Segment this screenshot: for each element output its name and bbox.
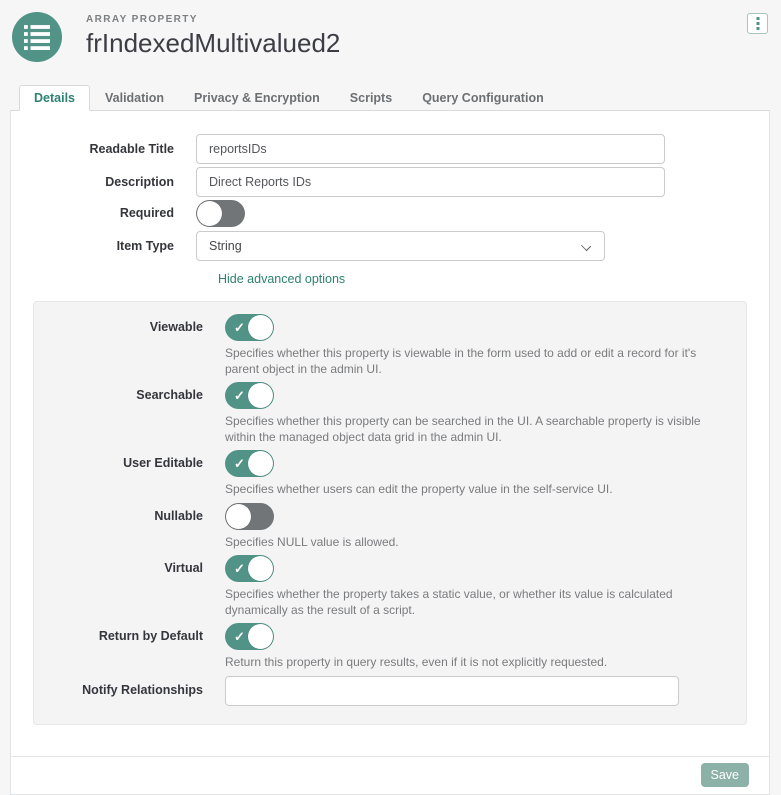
property-type-label: ARRAY PROPERTY — [86, 14, 768, 25]
check-icon: ✓ — [234, 629, 245, 644]
searchable-label: Searchable — [34, 382, 225, 409]
card-footer: Save — [11, 756, 769, 794]
header: ARRAY PROPERTY frIndexedMultivalued2 — [0, 0, 781, 62]
nullable-help-text: Specifies NULL value is allowed. — [225, 535, 399, 551]
return-by-default-help-text: Return this property in query results, e… — [225, 655, 607, 671]
check-icon: ✓ — [234, 456, 245, 471]
more-options-button[interactable] — [747, 13, 768, 34]
advanced-options-panel: Viewable ✓ Specifies whether this proper… — [33, 301, 747, 725]
nullable-toggle[interactable]: ✓ — [225, 503, 274, 530]
item-type-value: String — [209, 239, 242, 253]
searchable-row: Searchable ✓ Specifies whether this prop… — [34, 382, 726, 445]
page-title: frIndexedMultivalued2 — [86, 28, 768, 58]
check-icon: ✓ — [234, 320, 245, 335]
array-property-avatar — [12, 12, 62, 62]
tab-scripts[interactable]: Scripts — [335, 85, 407, 111]
item-type-select[interactable]: String — [196, 231, 605, 261]
check-icon: ✓ — [234, 388, 245, 403]
virtual-help-text: Specifies whether the property takes a s… — [225, 587, 726, 618]
tab-bar: Details Validation Privacy & Encryption … — [10, 85, 771, 111]
searchable-toggle[interactable]: ✓ — [225, 382, 274, 409]
details-tab-content: Readable Title Description Required ✓ It… — [11, 111, 769, 756]
virtual-row: Virtual ✓ Specifies whether the property… — [34, 555, 726, 618]
notify-relationships-input[interactable] — [225, 676, 679, 706]
toggle-knob — [248, 315, 273, 340]
readable-title-label: Readable Title — [33, 142, 196, 157]
user-editable-toggle[interactable]: ✓ — [225, 450, 274, 477]
item-type-label: Item Type — [33, 239, 196, 254]
virtual-label: Virtual — [34, 555, 225, 582]
save-button[interactable]: Save — [701, 763, 750, 787]
toggle-knob — [248, 383, 273, 408]
toggle-knob — [248, 556, 273, 581]
searchable-help-text: Specifies whether this property can be s… — [225, 414, 726, 445]
user-editable-row: User Editable ✓ Specifies whether users … — [34, 450, 726, 498]
tab-privacy-encryption[interactable]: Privacy & Encryption — [179, 85, 335, 111]
return-by-default-label: Return by Default — [34, 623, 225, 650]
required-label: Required — [33, 206, 196, 221]
nullable-row: Nullable ✓ Specifies NULL value is allow… — [34, 503, 726, 551]
virtual-toggle[interactable]: ✓ — [225, 555, 274, 582]
viewable-row: Viewable ✓ Specifies whether this proper… — [34, 314, 726, 377]
content-card: Readable Title Description Required ✓ It… — [10, 110, 770, 795]
list-icon — [24, 24, 50, 50]
viewable-label: Viewable — [34, 314, 225, 341]
required-toggle[interactable]: ✓ — [196, 200, 245, 227]
user-editable-help-text: Specifies whether users can edit the pro… — [225, 482, 613, 498]
readable-title-row: Readable Title — [33, 134, 747, 164]
description-row: Description — [33, 167, 747, 197]
notify-relationships-row: Notify Relationships — [34, 676, 726, 706]
required-row: Required ✓ — [33, 200, 747, 227]
toggle-knob — [197, 201, 222, 226]
toggle-knob — [248, 451, 273, 476]
kebab-vertical-icon — [756, 17, 760, 31]
return-by-default-toggle[interactable]: ✓ — [225, 623, 274, 650]
tab-query-configuration[interactable]: Query Configuration — [407, 85, 559, 111]
readable-title-input[interactable] — [196, 134, 665, 164]
check-icon: ✓ — [234, 561, 245, 576]
viewable-toggle[interactable]: ✓ — [225, 314, 274, 341]
notify-relationships-label: Notify Relationships — [34, 683, 225, 698]
description-input[interactable] — [196, 167, 665, 197]
toggle-knob — [248, 624, 273, 649]
tab-validation[interactable]: Validation — [90, 85, 179, 111]
return-by-default-row: Return by Default ✓ Return this property… — [34, 623, 726, 671]
toggle-knob — [226, 504, 251, 529]
description-label: Description — [33, 175, 196, 190]
nullable-label: Nullable — [34, 503, 225, 530]
chevron-down-icon — [581, 241, 591, 251]
hide-advanced-options-link[interactable]: Hide advanced options — [218, 272, 345, 286]
item-type-row: Item Type String — [33, 231, 747, 261]
viewable-help-text: Specifies whether this property is viewa… — [225, 346, 726, 377]
tab-details[interactable]: Details — [19, 85, 90, 111]
user-editable-label: User Editable — [34, 450, 225, 477]
advanced-options-link-row: Hide advanced options — [218, 270, 747, 288]
